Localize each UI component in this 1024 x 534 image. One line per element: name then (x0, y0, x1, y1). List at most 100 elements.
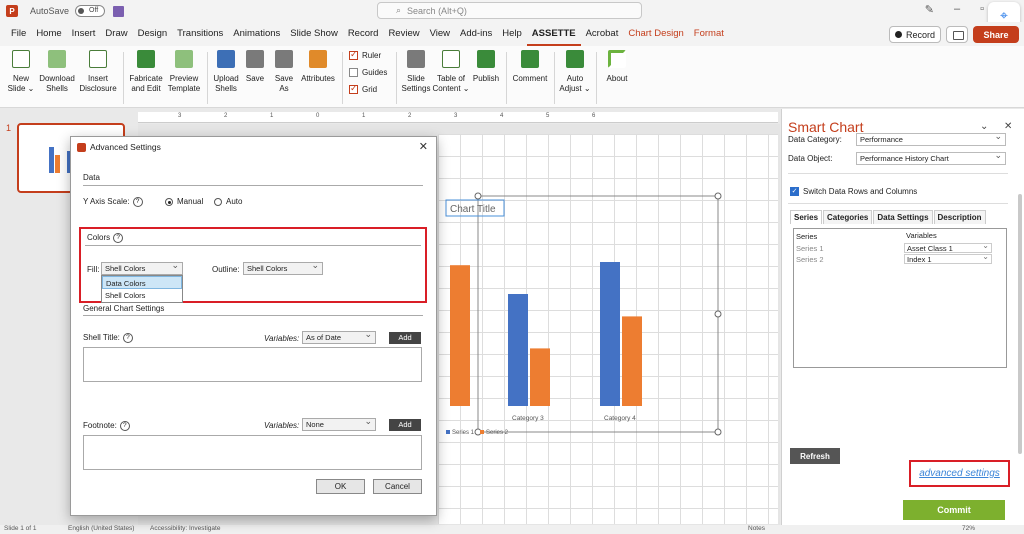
table-of-content-button[interactable]: Table of Content ⌄ (432, 50, 470, 94)
attributes-button[interactable]: Attributes (298, 50, 338, 84)
record-button[interactable]: Record (889, 26, 941, 43)
publish-button[interactable]: Publish (471, 50, 501, 84)
save-button[interactable]: Save (243, 50, 267, 84)
status-accessibility[interactable]: Accessibility: Investigate (150, 525, 220, 532)
auto-adjust-button[interactable]: Auto Adjust ⌄ (558, 50, 592, 94)
pane-scrollbar[interactable] (1018, 194, 1022, 454)
bar-series-1-category-3[interactable] (508, 294, 528, 406)
thumbnail-bar (55, 155, 60, 173)
data-object-select[interactable]: Performance History Chart (856, 150, 1006, 165)
fill-option-shell-colors[interactable]: Shell Colors (102, 289, 182, 302)
restore-icon[interactable]: ▫ (980, 3, 984, 16)
menu-tab-acrobat[interactable]: Acrobat (581, 22, 624, 46)
search-box[interactable]: ⌕ Search (Alt+Q) (377, 2, 642, 19)
guides-checkbox[interactable]: Guides (349, 68, 387, 77)
advanced-settings-link[interactable]: advanced settings (909, 460, 1010, 487)
outline-select[interactable]: Shell Colors (243, 260, 323, 275)
grid-variable-select[interactable]: Index 1 (904, 252, 992, 264)
preview-template-button[interactable]: Preview Template (164, 50, 204, 94)
tab-description[interactable]: Description (933, 210, 986, 224)
tab-series[interactable]: Series (790, 210, 823, 224)
fill-dropdown-list: Data Colors Shell Colors (101, 275, 183, 303)
ok-button[interactable]: OK (316, 479, 365, 494)
status-language[interactable]: English (United States) (68, 525, 134, 532)
shell-title-variable-select[interactable]: As of Date (302, 329, 376, 344)
menu-tab-review[interactable]: Review (383, 22, 424, 46)
save-as-button[interactable]: Save As (271, 50, 297, 94)
help-icon[interactable]: ? (122, 333, 133, 343)
download-shells-button[interactable]: Download Shells (37, 50, 77, 94)
tab-data-settings[interactable]: Data Settings (873, 210, 933, 224)
shell-title-input[interactable] (83, 347, 422, 382)
bar-series-2-category-4[interactable] (622, 316, 642, 406)
new-slide-button[interactable]: New Slide ⌄ (6, 50, 36, 94)
status-notes[interactable]: Notes (748, 525, 765, 532)
comment-button[interactable]: Comment (510, 50, 550, 84)
share-button[interactable]: Share (973, 26, 1019, 43)
tab-categories[interactable]: Categories (823, 210, 873, 224)
pane-close-icon[interactable]: ✕ (1004, 121, 1012, 132)
resize-handle[interactable] (714, 310, 722, 318)
ruler-tick-label: 0 (316, 113, 320, 119)
menu-tab-insert[interactable]: Insert (67, 22, 101, 46)
resize-handle[interactable] (474, 192, 482, 200)
resize-handle[interactable] (714, 428, 722, 436)
ruler-checkbox[interactable]: Ruler (349, 49, 381, 60)
menu-tab-add-ins[interactable]: Add-ins (455, 22, 497, 46)
resize-handle[interactable] (714, 192, 722, 200)
menu-tab-view[interactable]: View (425, 22, 455, 46)
minimize-icon[interactable]: – (954, 3, 960, 16)
auto-radio[interactable] (214, 198, 222, 206)
fabricate-edit-button[interactable]: Fabricate and Edit (127, 50, 165, 94)
manual-radio[interactable] (165, 198, 173, 206)
help-icon[interactable]: ? (113, 233, 124, 243)
bar-series-2-category-3[interactable] (530, 348, 550, 406)
table-row: Series 2 Index 1 (794, 252, 1006, 265)
switch-rows-checkbox[interactable]: ✓ Switch Data Rows and Columns (790, 187, 917, 196)
menu-tab-design[interactable]: Design (133, 22, 173, 46)
menu-tab-draw[interactable]: Draw (100, 22, 132, 46)
upload-shells-button[interactable]: Upload Shells (209, 50, 243, 94)
about-button[interactable]: About (600, 50, 634, 84)
menu-tab-slide-show[interactable]: Slide Show (285, 22, 343, 46)
data-category-label: Data Category: (788, 135, 842, 144)
commit-button[interactable]: Commit (903, 500, 1005, 520)
slide-settings-button[interactable]: Slide Settings (399, 50, 433, 94)
pane-dropdown-icon[interactable]: ⌄ (980, 121, 988, 132)
footnote-variable-select[interactable]: None (302, 416, 376, 431)
close-icon[interactable]: ✕ (419, 140, 428, 153)
shell-title-add-button[interactable]: Add (389, 332, 421, 344)
help-icon[interactable]: ? (132, 197, 143, 207)
refresh-button[interactable]: Refresh (790, 448, 840, 464)
menu-tab-file[interactable]: File (6, 22, 31, 46)
grid-checkbox[interactable]: Grid (349, 83, 377, 94)
grid-variable-select[interactable]: Asset Class 1 (904, 241, 992, 253)
menu-tab-help[interactable]: Help (497, 22, 527, 46)
menu-tab-home[interactable]: Home (31, 22, 66, 46)
footnote-add-button[interactable]: Add (389, 419, 421, 431)
menu-tab-transitions[interactable]: Transitions (172, 22, 228, 46)
menu-tab-assette[interactable]: ASSETTE (526, 22, 581, 46)
footnote-input[interactable] (83, 435, 422, 470)
data-category-select[interactable]: Performance (856, 131, 1006, 146)
chart-title[interactable]: Chart Title (450, 204, 496, 215)
cancel-button[interactable]: Cancel (373, 479, 422, 494)
insert-disclosure-button[interactable]: Insert Disclosure (78, 50, 118, 94)
bar-series-1-category-4[interactable] (600, 262, 620, 406)
comments-button[interactable] (946, 26, 968, 43)
save-icon[interactable] (113, 5, 125, 17)
menu-tab-animations[interactable]: Animations (228, 22, 285, 46)
chart[interactable]: Chart Title ory 2Category 3Category 4 Se… (438, 134, 778, 524)
autosave-toggle[interactable]: Off (75, 5, 106, 17)
help-icon[interactable]: ? (119, 421, 130, 431)
menu-tab-chart-design[interactable]: Chart Design (623, 22, 688, 46)
fill-option-data-colors[interactable]: Data Colors (102, 276, 182, 289)
status-zoom[interactable]: 72% (962, 525, 975, 532)
menu-tab-record[interactable]: Record (343, 22, 384, 46)
bar-series-2-category-2[interactable] (450, 265, 470, 406)
menu-tab-format[interactable]: Format (689, 22, 729, 46)
shell-title-label: Shell Title:? (83, 333, 133, 343)
pen-icon[interactable]: ✎ (925, 3, 934, 16)
fill-select[interactable]: Shell Colors (101, 260, 183, 275)
comment-icon (521, 50, 539, 68)
